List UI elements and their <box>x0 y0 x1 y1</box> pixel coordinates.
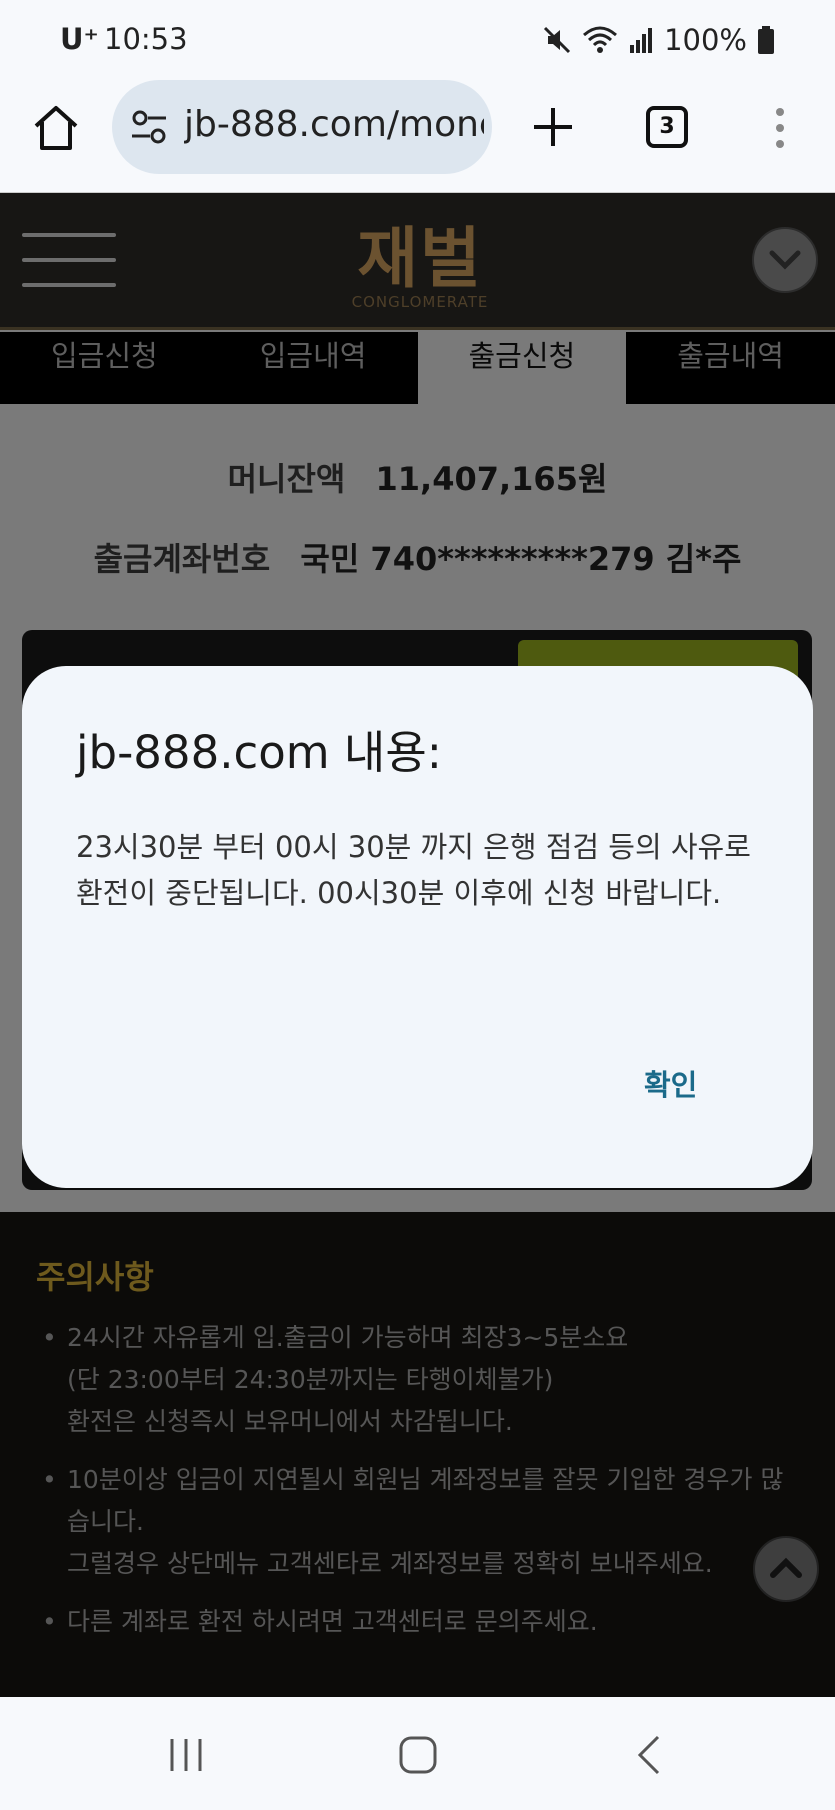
site-header: 재벌 CONGLOMERATE <box>0 193 835 330</box>
site-logo[interactable]: 재벌 <box>330 205 510 301</box>
account-label: 출금계좌번호 <box>93 540 271 578</box>
site-logo-subtitle: CONGLOMERATE <box>351 293 489 311</box>
wifi-icon <box>583 26 618 53</box>
dialog-title: jb-888.com 내용: <box>76 726 442 779</box>
balance-row: 머니잔액 11,407,165원 <box>0 454 835 500</box>
battery-percent: 100% <box>664 23 747 57</box>
alert-dialog: jb-888.com 내용: 23시30분 부터 00시 30분 까지 은행 점… <box>22 666 813 1188</box>
ok-button[interactable]: 확인 <box>644 1062 697 1104</box>
nav-home-icon[interactable] <box>398 1735 438 1775</box>
home-icon[interactable] <box>30 102 82 154</box>
mute-icon <box>544 26 571 54</box>
url-bar[interactable]: jb-888.com/mone <box>112 80 492 174</box>
tab-deposit-history[interactable]: 입금내역 <box>209 332 418 404</box>
tab-withdraw-request[interactable]: 출금신청 <box>417 332 627 404</box>
account-value: 국민 740*********279 김*주 <box>300 540 742 578</box>
scroll-top-button[interactable] <box>753 1536 819 1602</box>
new-tab-icon[interactable] <box>528 102 578 152</box>
signal-icon <box>630 28 653 53</box>
status-bar: U⁺ 10:53 100% <box>0 0 835 80</box>
money-tabs: 입금신청 입금내역 출금신청 출금내역 <box>0 332 835 404</box>
clock: 10:53 <box>104 22 188 56</box>
notice-item: 다른 계좌로 환전 하시려면 고객센터로 문의주세요. <box>42 1601 802 1643</box>
balance-value: 11,407,165원 <box>375 460 608 498</box>
browser-toolbar: jb-888.com/mone 3 <box>0 80 835 193</box>
status-icons: 100% <box>542 20 775 60</box>
back-icon[interactable] <box>630 1733 670 1777</box>
account-row: 출금계좌번호 국민 740*********279 김*주 <box>0 534 835 580</box>
system-nav-bar <box>0 1697 835 1810</box>
balance-label: 머니잔액 <box>227 460 346 498</box>
notice-item: 10분이상 입금이 지연될시 회원님 계좌정보를 잘못 기입한 경우가 많습니다… <box>42 1459 802 1585</box>
battery-icon <box>758 26 774 54</box>
chevron-up-icon <box>770 1557 802 1578</box>
url-text[interactable]: jb-888.com/mone <box>184 104 484 145</box>
dialog-message: 23시30분 부터 00시 30분 까지 은행 점검 등의 사유로 환전이 중단… <box>76 830 751 910</box>
chevron-down-icon[interactable] <box>752 227 818 293</box>
hamburger-menu-icon[interactable] <box>22 233 116 287</box>
notice-list: 24시간 자유롭게 입.출금이 가능하며 최장3~5분소요 (단 23:00부터… <box>42 1317 802 1659</box>
notice-section: 주의사항 24시간 자유롭게 입.출금이 가능하며 최장3~5분소요 (단 23… <box>0 1212 835 1697</box>
site-settings-icon[interactable] <box>130 108 168 146</box>
tab-withdraw-history[interactable]: 출금내역 <box>626 332 835 404</box>
notice-item: 24시간 자유롭게 입.출금이 가능하며 최장3~5분소요 (단 23:00부터… <box>42 1317 802 1443</box>
recents-icon[interactable] <box>166 1735 206 1775</box>
notice-title: 주의사항 <box>36 1258 154 1296</box>
carrier-label: U⁺ <box>60 22 99 56</box>
tab-deposit-request[interactable]: 입금신청 <box>0 332 209 404</box>
tab-switcher-button[interactable]: 3 <box>646 106 688 148</box>
more-vert-icon[interactable] <box>770 106 790 150</box>
